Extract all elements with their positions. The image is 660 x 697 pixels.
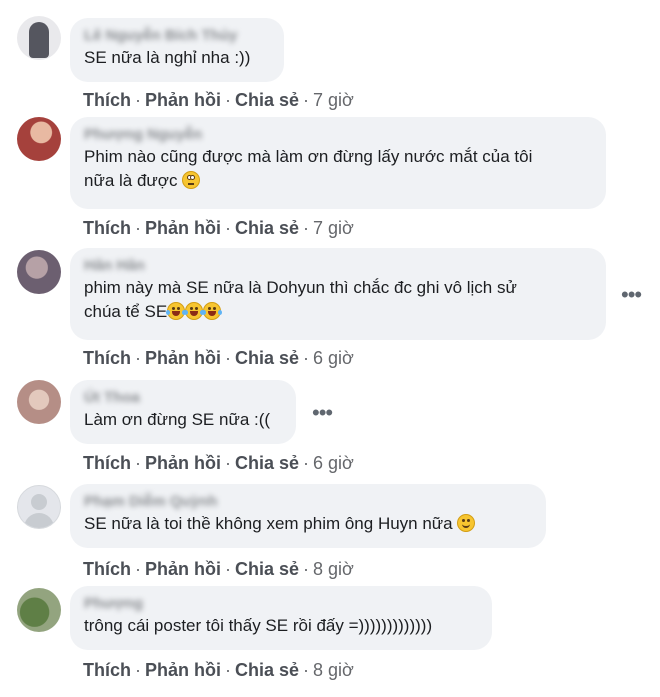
commenter-name[interactable]: Lê Nguyễn Bích Thủy (84, 26, 270, 46)
comment-actions: Thích · Phản hồi · Chia sẻ · 8 giờ (83, 559, 354, 579)
comment-text-line: Phim nào cũng được mà làm ơn đừng lấy nư… (84, 147, 533, 166)
timestamp[interactable]: 7 giờ (313, 218, 354, 238)
reply-link[interactable]: Phản hồi (145, 90, 221, 110)
comment-text: Phim nào cũng được mà làm ơn đừng lấy nư… (84, 145, 592, 193)
rolling-on-floor-laughing-icon (202, 302, 223, 320)
like-link[interactable]: Thích (83, 348, 131, 368)
timestamp[interactable]: 7 giờ (313, 90, 354, 110)
reply-link[interactable]: Phản hồi (145, 660, 221, 680)
timestamp[interactable]: 6 giờ (313, 453, 354, 473)
comment-bubble: Hân Hân phim này mà SE nữa là Dohyun thì… (70, 248, 606, 340)
share-link[interactable]: Chia sẻ (235, 90, 299, 110)
comment-text: SE nữa là toi thề không xem phim ông Huy… (84, 512, 532, 536)
reply-link[interactable]: Phản hồi (145, 559, 221, 579)
comment-text-line: SE nữa là toi thề không xem phim ông Huy… (84, 514, 453, 533)
comment-actions: Thích · Phản hồi · Chia sẻ · 7 giờ (83, 218, 354, 238)
comment-text-line: chúa tể SE (84, 302, 168, 321)
comment-text-line: nữa là được (84, 171, 178, 190)
share-link[interactable]: Chia sẻ (235, 453, 299, 473)
reply-link[interactable]: Phản hồi (145, 348, 221, 368)
comment-actions: Thích · Phản hồi · Chia sẻ · 6 giờ (83, 453, 354, 473)
like-link[interactable]: Thích (83, 90, 131, 110)
commenter-name[interactable]: Hân Hân (84, 256, 592, 276)
comment-text: SE nữa là nghỉ nha :)) (84, 48, 251, 67)
like-link[interactable]: Thích (83, 660, 131, 680)
avatar[interactable] (17, 117, 61, 161)
comment-text: phim này mà SE nữa là Dohyun thì chắc đc… (84, 276, 592, 324)
timestamp[interactable]: 8 giờ (313, 660, 354, 680)
timestamp[interactable]: 6 giờ (313, 348, 354, 368)
slightly-smiling-face-icon (457, 514, 476, 532)
comment-text: trông cái poster tôi thấy SE rồi đấy =))… (84, 616, 433, 635)
like-link[interactable]: Thích (83, 453, 131, 473)
commenter-name[interactable]: Phượng (84, 594, 478, 614)
comment-actions: Thích · Phản hồi · Chia sẻ · 7 giờ (83, 90, 354, 110)
avatar[interactable] (17, 485, 61, 529)
commenter-name[interactable]: Phượng Nguyễn (84, 125, 592, 145)
share-link[interactable]: Chia sẻ (235, 218, 299, 238)
comment-bubble: Phạm Diễm Quỳnh SE nữa là toi thề không … (70, 484, 546, 548)
like-link[interactable]: Thích (83, 218, 131, 238)
rolling-on-floor-laughing-icon (166, 302, 187, 320)
share-link[interactable]: Chia sẻ (235, 348, 299, 368)
like-link[interactable]: Thích (83, 559, 131, 579)
comment-bubble: Lê Nguyễn Bích Thủy SE nữa là nghỉ nha :… (70, 18, 284, 82)
share-link[interactable]: Chia sẻ (235, 660, 299, 680)
commenter-name[interactable]: Út Thoa (84, 388, 282, 408)
avatar[interactable] (17, 250, 61, 294)
timestamp[interactable]: 8 giờ (313, 559, 354, 579)
comment-text: Làm ơn đừng SE nữa :(( (84, 410, 271, 429)
share-link[interactable]: Chia sẻ (235, 559, 299, 579)
more-options-icon[interactable]: ••• (621, 284, 642, 306)
comment-bubble: Phượng Nguyễn Phim nào cũng được mà làm … (70, 117, 606, 209)
comment-actions: Thích · Phản hồi · Chia sẻ · 6 giờ (83, 348, 354, 368)
avatar[interactable] (17, 16, 61, 60)
avatar[interactable] (17, 588, 61, 632)
reply-link[interactable]: Phản hồi (145, 218, 221, 238)
comment-text-line: phim này mà SE nữa là Dohyun thì chắc đc… (84, 278, 517, 297)
comment-actions: Thích · Phản hồi · Chia sẻ · 8 giờ (83, 660, 354, 680)
comment-bubble: Út Thoa Làm ơn đừng SE nữa :(( (70, 380, 296, 444)
rolling-on-floor-laughing-icon (184, 302, 205, 320)
face-with-rolling-eyes-icon (182, 171, 201, 189)
comment-bubble: Phượng trông cái poster tôi thấy SE rồi … (70, 586, 492, 650)
reply-link[interactable]: Phản hồi (145, 453, 221, 473)
commenter-name[interactable]: Phạm Diễm Quỳnh (84, 492, 532, 512)
more-options-icon[interactable]: ••• (312, 402, 333, 424)
avatar[interactable] (17, 380, 61, 424)
